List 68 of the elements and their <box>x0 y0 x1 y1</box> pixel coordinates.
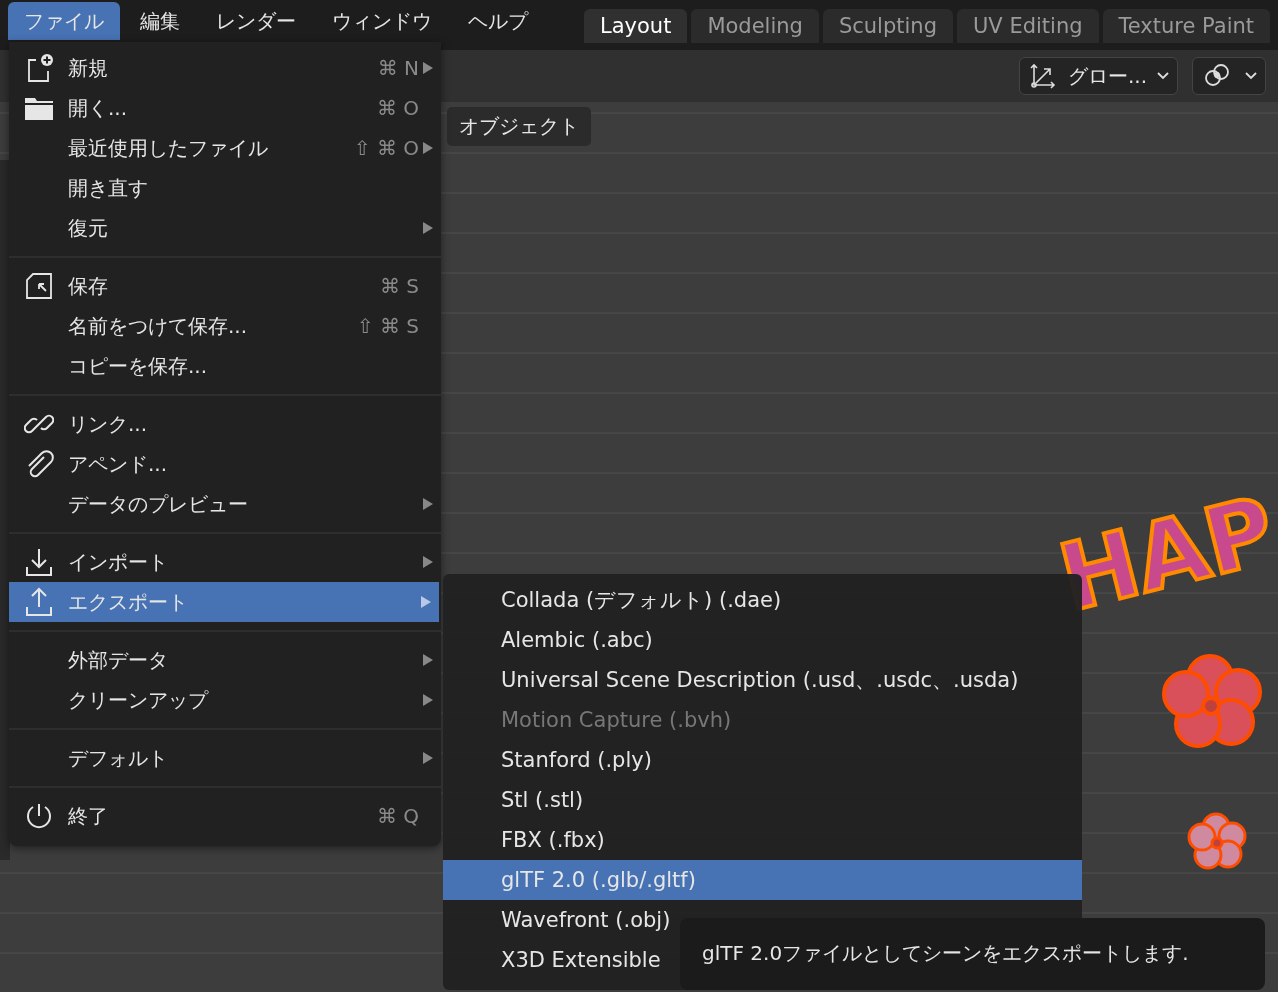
workspace-tab[interactable]: Layout <box>584 9 688 43</box>
menu-item[interactable]: インポート <box>9 542 441 582</box>
menu-bar-item[interactable]: ヘルプ <box>452 2 544 40</box>
transform-orientation-dropdown[interactable]: グロー... <box>1018 57 1178 95</box>
menu-bar-item[interactable]: ウィンドウ <box>316 2 448 40</box>
menu-item-label: コピーを保存... <box>68 352 208 380</box>
menu-item-label: エクスポート <box>68 588 188 616</box>
menu-item-label: 開く... <box>68 94 128 122</box>
menu-bar-item[interactable]: レンダー <box>200 2 312 40</box>
object-menu-button[interactable]: オブジェクト <box>447 106 591 146</box>
shortcut-text: ⌘ Q <box>376 804 420 828</box>
menu-item-label: クリーンアップ <box>68 686 208 714</box>
chevron-icon <box>1245 72 1257 80</box>
menu-item-label: 開き直す <box>68 174 148 202</box>
menu-item-label: 外部データ <box>68 646 168 674</box>
menu-item-label: データのプレビュー <box>68 490 248 518</box>
menu-item-label: 新規 <box>68 54 108 82</box>
menu-item-label: 保存 <box>68 272 108 300</box>
menu-bar-item[interactable]: ファイル <box>8 2 120 40</box>
folder-icon <box>24 95 54 121</box>
menu-item[interactable]: 外部データ <box>9 640 441 680</box>
menu-item[interactable]: 開き直す <box>9 168 441 208</box>
shortcut-text: ⌘ S <box>379 274 420 298</box>
menu-item[interactable]: エクスポート <box>9 582 439 622</box>
menu-bar-item[interactable]: 編集 <box>124 2 196 40</box>
chevron-icon <box>1157 72 1169 80</box>
submenu-item[interactable]: Universal Scene Description (.usd、.usdc、.usda) <box>443 660 1082 700</box>
workspace-tab[interactable]: Texture Paint <box>1102 9 1271 43</box>
shortcut-text: ⇧ ⌘ O <box>353 136 420 160</box>
menu-item[interactable]: デフォルト <box>9 738 441 778</box>
menu-item[interactable]: コピーを保存... <box>9 346 441 386</box>
menu-item[interactable]: リンク... <box>9 404 441 444</box>
snap-dropdown[interactable] <box>1192 57 1266 95</box>
menu-item-label: リンク... <box>68 410 148 438</box>
submenu-item[interactable]: Stanford (.ply) <box>443 740 1082 780</box>
menu-item-label: デフォルト <box>68 744 168 772</box>
export-icon <box>24 587 54 617</box>
shortcut-text: ⌘ O <box>376 96 420 120</box>
save-icon <box>24 271 54 301</box>
menu-item[interactable]: 復元 <box>9 208 441 248</box>
submenu-item[interactable]: Alembic (.abc) <box>443 620 1082 660</box>
menu-item[interactable]: 保存 ⌘ S <box>9 266 441 306</box>
workspace-tab[interactable]: Sculpting <box>822 9 953 43</box>
power-icon <box>24 801 54 831</box>
shortcut-text: ⌘ N <box>377 56 420 80</box>
menu-item[interactable]: アペンド... <box>9 444 441 484</box>
import-icon <box>24 547 54 577</box>
shortcut-text: ⇧ ⌘ S <box>356 314 420 338</box>
submenu-item[interactable]: Collada (デフォルト) (.dae) <box>443 580 1082 620</box>
menu-item-label: アペンド... <box>68 450 168 478</box>
menu-item-label: 終了 <box>68 802 108 830</box>
menu-item[interactable]: 最近使用したファイル ⇧ ⌘ O <box>9 128 441 168</box>
submenu-item[interactable]: glTF 2.0 (.glb/.gltf) <box>443 860 1082 900</box>
menu-item-label: 復元 <box>68 214 108 242</box>
menu-item[interactable]: クリーンアップ <box>9 680 441 720</box>
workspace-tab[interactable]: UV Editing <box>957 9 1099 43</box>
submenu-item[interactable]: Stl (.stl) <box>443 780 1082 820</box>
menu-item[interactable]: 名前をつけて保存... ⇧ ⌘ S <box>9 306 441 346</box>
menu-item-label: 名前をつけて保存... <box>68 312 248 340</box>
menu-item[interactable]: 終了 ⌘ Q <box>9 796 441 836</box>
submenu-item[interactable]: FBX (.fbx) <box>443 820 1082 860</box>
menu-item-label: 最近使用したファイル <box>68 134 268 162</box>
menu-item[interactable]: 新規 ⌘ N <box>9 48 441 88</box>
workspace-tab[interactable]: Modeling <box>691 9 819 43</box>
menu-item-label: インポート <box>68 548 168 576</box>
tooltip: glTF 2.0ファイルとしてシーンをエクスポートします. <box>680 918 1265 990</box>
menu-item[interactable]: データのプレビュー <box>9 484 441 524</box>
menu-item[interactable]: 開く... ⌘ O <box>9 88 441 128</box>
